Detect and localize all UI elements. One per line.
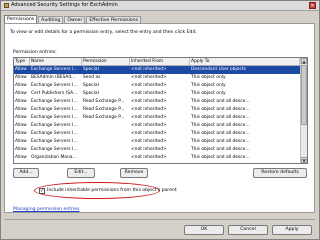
cell-inherited: <not inherited> — [131, 99, 167, 104]
inherit-permissions-checkbox[interactable]: ✓ — [39, 188, 45, 194]
cell-apply: This object only — [191, 75, 226, 80]
column-header-inherited-from[interactable]: Inherited From — [130, 58, 190, 65]
scroll-up-arrow-icon[interactable]: ▲ — [301, 58, 307, 64]
title-bar: Advanced Security Settings for ExchAdmin… — [1, 1, 319, 11]
cell-type: Allow — [15, 155, 27, 160]
cell-permission: Special — [83, 83, 99, 88]
cell-inherited: <not inherited> — [131, 115, 167, 120]
list-header: Type Name Permission Inherited From Appl… — [14, 58, 307, 66]
cell-name: Exchange Servers (... — [31, 147, 78, 152]
cell-type: Allow — [15, 75, 27, 80]
cell-type: Allow — [15, 99, 27, 104]
cell-name: Exchange Servers (... — [31, 139, 78, 144]
cell-inherited: <not inherited> — [131, 147, 167, 152]
cell-name: Exchange Servers (... — [31, 115, 78, 120]
cell-permission: Send as — [83, 75, 101, 80]
cell-type: Allow — [15, 67, 27, 72]
cell-apply: This object and all desce... — [191, 147, 250, 152]
restore-defaults-button[interactable]: Restore defaults — [253, 168, 307, 178]
table-row[interactable]: Allow Exchange Servers (... Read Exchange … — [14, 106, 307, 114]
add-button[interactable]: Add... — [13, 168, 39, 178]
column-header-type[interactable]: Type — [14, 58, 30, 65]
inherit-permissions-label[interactable]: Include inheritable permissions from thi… — [47, 188, 177, 194]
cell-apply: This object and all desce... — [191, 99, 250, 104]
cell-type: Allow — [15, 107, 27, 112]
close-button[interactable]: ✕ — [309, 2, 316, 9]
table-row[interactable]: Allow Organization Mana... <not inherited>… — [14, 154, 307, 162]
cell-type: Allow — [15, 131, 27, 136]
cell-permission: Special — [83, 91, 99, 96]
cancel-button[interactable]: Cancel — [228, 225, 268, 235]
cell-inherited: <not inherited> — [131, 123, 167, 128]
cell-name: Cert Publishers (SA... — [31, 91, 78, 96]
cell-permission: Special — [83, 67, 99, 72]
table-row[interactable]: Allow Exchange Servers (... <not inherited… — [14, 122, 307, 130]
remove-button[interactable]: Remove — [120, 168, 148, 178]
permission-entries-label: Permission entries: — [13, 50, 57, 55]
table-row[interactable]: Allow Exchange Servers (... Read Exchange … — [14, 98, 307, 106]
table-row[interactable]: Allow Exchange Servers (... <not inherited… — [14, 138, 307, 146]
table-row[interactable]: Allow Exchange Servers (... <not inherited… — [14, 130, 307, 138]
column-header-name[interactable]: Name — [30, 58, 82, 65]
instructions-text: To view or edit details for a permission… — [10, 30, 198, 35]
edit-button[interactable]: Edit... — [67, 168, 95, 178]
shield-icon — [4, 3, 9, 8]
cell-inherited: <not inherited> — [131, 139, 167, 144]
cell-permission: Read Exchange P... — [83, 115, 125, 120]
cell-apply: This object and all desce... — [191, 139, 250, 144]
table-row[interactable]: Allow BESAdmin (BESAd... Send as <not inher… — [14, 74, 307, 82]
apply-button[interactable]: Apply — [272, 225, 312, 235]
cell-inherited: <not inherited> — [131, 155, 167, 160]
cell-type: Allow — [15, 91, 27, 96]
cell-inherited: <not inherited> — [131, 75, 167, 80]
cell-apply: This object only — [191, 83, 226, 88]
vertical-scrollbar[interactable]: ▲ ▼ — [300, 58, 307, 163]
table-row[interactable]: Allow Exchange Servers (... <not inherited… — [14, 146, 307, 154]
cell-type: Allow — [15, 115, 27, 120]
cell-name: Exchange Servers (... — [31, 123, 78, 128]
window-title: Advanced Security Settings for ExchAdmin — [11, 2, 118, 8]
cell-apply: This object and all desce... — [191, 115, 250, 120]
table-row[interactable]: Allow Exchange Servers (... Special <not in… — [14, 82, 307, 90]
cell-apply: Descendant User objects — [191, 67, 246, 72]
permission-entries-list[interactable]: Type Name Permission Inherited From Appl… — [13, 57, 308, 164]
cell-inherited: <not inherited> — [131, 131, 167, 136]
cell-name: Exchange Servers (... — [31, 99, 78, 104]
cell-name: BESAdmin (BESAd... — [31, 75, 76, 80]
cell-apply: This object and all desce... — [191, 155, 250, 160]
cell-apply: This object and all desce... — [191, 123, 250, 128]
cell-type: Allow — [15, 139, 27, 144]
scroll-down-arrow-icon[interactable]: ▼ — [301, 157, 307, 163]
cell-inherited: <not inherited> — [131, 107, 167, 112]
cell-name: Exchange Servers (... — [31, 67, 78, 72]
tab-strip: Permissions Auditing Owner Effective Per… — [4, 15, 142, 24]
cell-inherited: <not inherited> — [131, 67, 167, 72]
managing-permission-entries-link[interactable]: Managing permission entries — [13, 207, 79, 213]
cell-permission: Read Exchange P... — [83, 107, 125, 112]
cell-inherited: <not inherited> — [131, 83, 167, 88]
cell-type: Allow — [15, 147, 27, 152]
cell-name: Organization Mana... — [31, 155, 77, 160]
cell-name: Exchange Servers (... — [31, 83, 78, 88]
ok-button[interactable]: OK — [184, 225, 224, 235]
cell-type: Allow — [15, 83, 27, 88]
cell-type: Allow — [15, 123, 27, 128]
column-header-permission[interactable]: Permission — [82, 58, 130, 65]
cell-inherited: <not inherited> — [131, 91, 167, 96]
cell-name: Exchange Servers (... — [31, 131, 78, 136]
cell-permission: Read Exchange P... — [83, 99, 125, 104]
table-row[interactable]: Allow Exchange Servers (... Read Exchange … — [14, 114, 307, 122]
dialog-separator — [4, 219, 315, 220]
cell-apply: This object and all desce... — [191, 107, 250, 112]
cell-apply: This object and all desce... — [191, 131, 250, 136]
advanced-security-dialog: Advanced Security Settings for ExchAdmin… — [0, 0, 320, 240]
cell-name: Exchange Servers (... — [31, 107, 78, 112]
table-row[interactable]: Allow Exchange Servers (... Special <not in… — [14, 66, 307, 74]
scroll-thumb[interactable] — [301, 65, 307, 125]
table-row[interactable]: Allow Cert Publishers (SA... Special <not i… — [14, 90, 307, 98]
column-header-apply-to[interactable]: Apply To — [190, 58, 300, 65]
cell-apply: This object only — [191, 91, 226, 96]
